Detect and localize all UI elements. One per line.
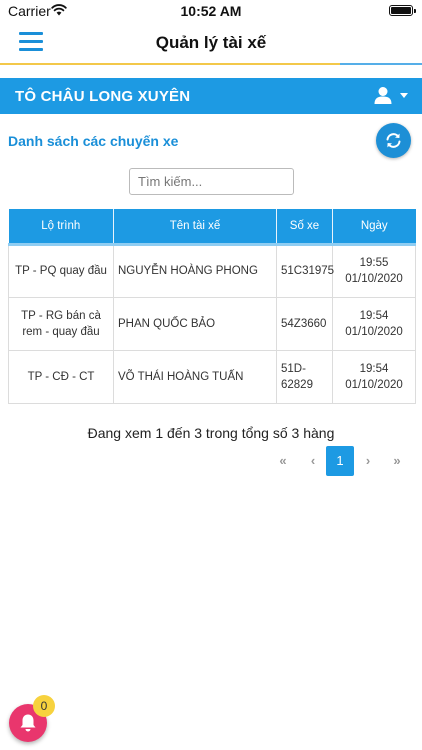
cell-date: 01/10/2020 — [345, 273, 403, 285]
user-icon — [374, 87, 392, 104]
table-header-row: Lộ trình Tên tài xế Số xe Ngày — [8, 209, 416, 244]
cell-plate: 51C31975 — [276, 243, 334, 298]
company-name: TÔ CHÂU LONG XUYÊN — [15, 88, 191, 105]
chevron-down-icon — [400, 93, 408, 98]
table-row[interactable]: TP - RG bán cà rem - quay đầu PHAN QUỐC … — [8, 296, 416, 351]
cell-route: TP - CĐ - CT — [8, 349, 114, 404]
refresh-button[interactable] — [376, 123, 411, 158]
cell-driver: PHAN QUỐC BẢO — [113, 296, 277, 351]
cell-datetime: 19:55 01/10/2020 — [332, 243, 416, 298]
cell-time: 19:54 — [359, 362, 389, 375]
cell-time: 19:55 — [359, 257, 389, 269]
previous-page-button[interactable]: ‹ — [299, 446, 327, 476]
cell-plate: 51D-62829 — [276, 349, 333, 404]
table-row[interactable]: TP - PQ quay đầu NGUYỄN HOÀNG PHONG 51C3… — [8, 243, 416, 298]
cell-plate: 54Z3660 — [276, 296, 333, 351]
status-time: 10:52 AM — [180, 3, 242, 19]
cell-datetime: 19:54 01/10/2020 — [332, 349, 416, 404]
first-page-button[interactable]: « — [269, 446, 297, 476]
page-title: Quản lý tài xế — [155, 33, 267, 52]
page-1-button[interactable]: 1 — [326, 446, 354, 476]
last-page-button[interactable]: » — [383, 446, 411, 476]
battery-icon — [389, 5, 416, 16]
company-header: TÔ CHÂU LONG XUYÊN — [0, 78, 422, 114]
nav-divider-accent — [0, 63, 340, 65]
user-menu-button[interactable] — [374, 86, 408, 106]
cell-route: TP - PQ quay đầu — [8, 243, 114, 298]
cell-time: 19:54 — [359, 309, 389, 322]
section-title: Danh sách các chuyến xe — [8, 133, 179, 149]
cell-driver: VÕ THÁI HOÀNG TUẤN — [113, 349, 277, 404]
pagination-info: Đang xem 1 đến 3 trong tổng số 3 hàng — [87, 425, 335, 441]
cell-route: TP - RG bán cà rem - quay đầu — [8, 296, 114, 351]
column-header-route[interactable]: Lộ trình — [8, 209, 114, 244]
bell-icon — [20, 714, 36, 732]
status-bar: Carrier 10:52 AM — [0, 0, 422, 22]
cell-driver: NGUYỄN HOÀNG PHONG — [113, 243, 277, 298]
notification-count-badge: 0 — [33, 695, 55, 717]
cell-date: 01/10/2020 — [345, 325, 403, 338]
next-page-button[interactable]: › — [354, 446, 382, 476]
cell-date: 01/10/2020 — [345, 378, 403, 391]
refresh-icon — [386, 133, 401, 148]
navigation-bar: Quản lý tài xế — [0, 22, 422, 65]
column-header-date[interactable]: Ngày — [332, 209, 416, 244]
column-header-plate[interactable]: Số xe — [276, 209, 333, 244]
column-header-driver[interactable]: Tên tài xế — [113, 209, 277, 244]
search-input[interactable] — [129, 168, 294, 195]
cell-datetime: 19:54 01/10/2020 — [332, 296, 416, 351]
table-row[interactable]: TP - CĐ - CT VÕ THÁI HOÀNG TUẤN 51D-6282… — [8, 349, 416, 404]
trips-table: Lộ trình Tên tài xế Số xe Ngày TP - PQ q… — [8, 209, 416, 404]
